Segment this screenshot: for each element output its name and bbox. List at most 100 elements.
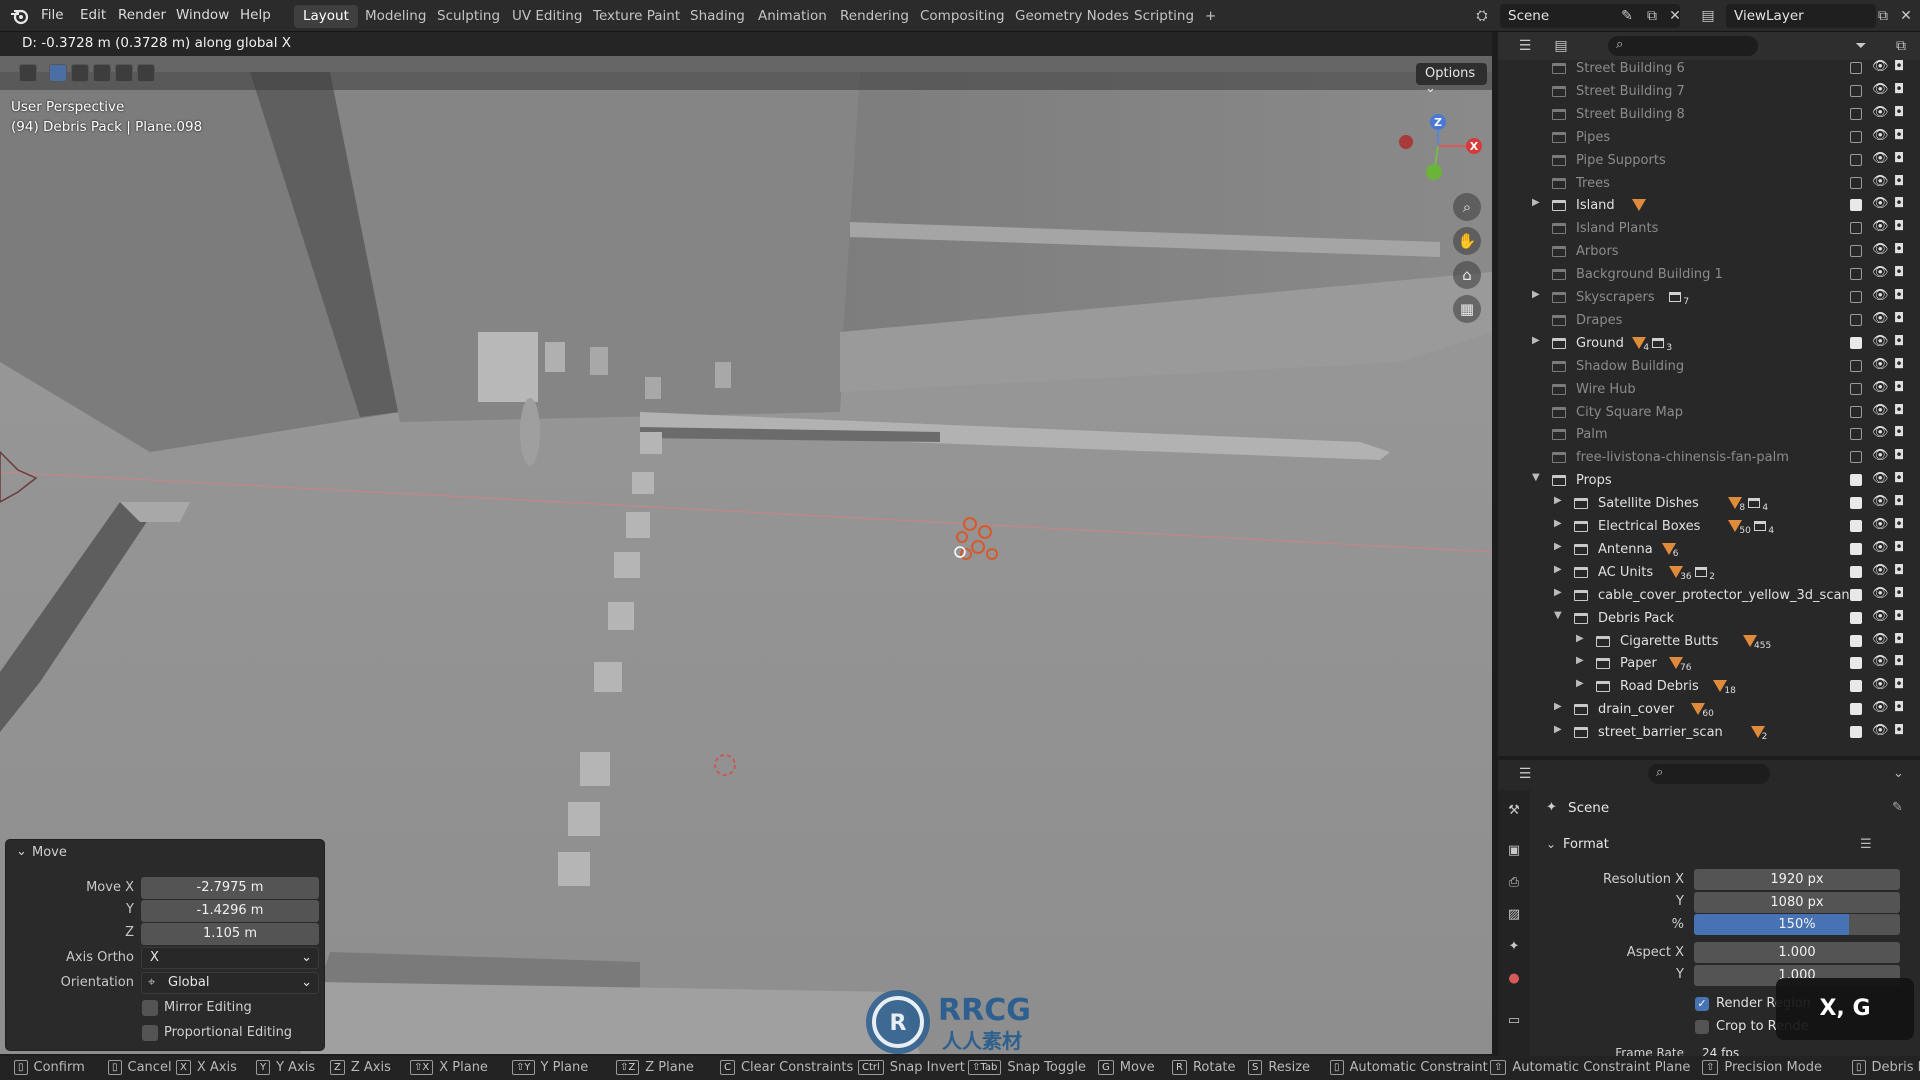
visibility-eye-icon[interactable]: 👁 xyxy=(1872,563,1889,578)
outliner-row[interactable]: ▶ Skyscrapers 7 👁 ◘ xyxy=(1498,286,1920,309)
tab-scripting[interactable]: Scripting xyxy=(1125,5,1203,28)
pin-icon[interactable]: ✎ xyxy=(1616,6,1638,26)
visibility-eye-icon[interactable]: 👁 xyxy=(1872,517,1889,532)
visibility-eye-icon[interactable]: 👁 xyxy=(1872,82,1889,97)
view-layer-properties-icon[interactable]: ▨ xyxy=(1505,906,1523,924)
exclude-checkbox[interactable] xyxy=(1850,520,1862,532)
exclude-checkbox[interactable] xyxy=(1850,451,1862,464)
render-camera-icon[interactable]: ◘ xyxy=(1894,494,1904,509)
render-camera-icon[interactable]: ◘ xyxy=(1894,151,1904,166)
outliner-row[interactable]: City Square Map 👁 ◘ xyxy=(1498,401,1920,424)
visibility-eye-icon[interactable]: 👁 xyxy=(1872,677,1889,692)
render-camera-icon[interactable]: ◘ xyxy=(1894,128,1904,143)
render-camera-icon[interactable]: ◘ xyxy=(1894,59,1904,74)
mesh-data-icon[interactable] xyxy=(1632,199,1647,212)
navigation-gizmo[interactable]: Z X xyxy=(1388,106,1488,186)
exclude-checkbox[interactable] xyxy=(1850,291,1862,303)
expand-arrow-icon[interactable]: ▶ xyxy=(1554,541,1562,552)
expand-arrow-icon[interactable]: ▶ xyxy=(1532,197,1540,208)
exclude-checkbox[interactable] xyxy=(1850,313,1862,326)
child-collection-icon[interactable] xyxy=(1754,521,1767,531)
outliner-row[interactable]: Pipe Supports 👁 ◘ xyxy=(1498,149,1920,172)
tab-rendering[interactable]: Rendering xyxy=(831,5,918,28)
render-camera-icon[interactable]: ◘ xyxy=(1894,563,1904,578)
expand-arrow-icon[interactable]: ▶ xyxy=(1554,518,1562,529)
outliner-row[interactable]: Shadow Building 👁 ◘ xyxy=(1498,355,1920,378)
expand-arrow-icon[interactable]: ▶ xyxy=(1576,633,1584,644)
format-section-title[interactable]: Format xyxy=(1563,837,1609,852)
outliner-row[interactable]: ▼ Props 👁 ◘ xyxy=(1498,469,1920,492)
outliner-row[interactable]: ▶ Electrical Boxes 50 4 👁 ◘ xyxy=(1498,515,1920,538)
render-camera-icon[interactable]: ◘ xyxy=(1894,540,1904,555)
render-camera-icon[interactable]: ◘ xyxy=(1894,700,1904,715)
render-camera-icon[interactable]: ◘ xyxy=(1894,586,1904,601)
exclude-checkbox[interactable] xyxy=(1850,176,1862,189)
outliner-row[interactable]: ▶ Road Debris 18 👁 ◘ xyxy=(1498,675,1920,698)
render-camera-icon[interactable]: ◘ xyxy=(1894,380,1904,395)
view-layer-field[interactable]: ViewLayer xyxy=(1726,4,1876,28)
outliner-row[interactable]: ▶ drain_cover 60 👁 ◘ xyxy=(1498,698,1920,721)
exclude-checkbox[interactable] xyxy=(1850,428,1862,441)
move-z-field[interactable]: 1.105 m xyxy=(141,923,319,945)
blender-logo-icon[interactable] xyxy=(9,6,29,26)
expand-arrow-icon[interactable]: ▶ xyxy=(1532,335,1540,346)
render-camera-icon[interactable]: ◘ xyxy=(1894,517,1904,532)
visibility-eye-icon[interactable]: 👁 xyxy=(1872,174,1889,189)
outliner-row[interactable]: Street Building 7 👁 ◘ xyxy=(1498,80,1920,103)
visibility-eye-icon[interactable]: 👁 xyxy=(1872,105,1889,120)
outliner-row[interactable]: ▶ AC Units 36 2 👁 ◘ xyxy=(1498,561,1920,584)
expand-arrow-icon[interactable]: ▶ xyxy=(1554,724,1562,735)
exclude-checkbox[interactable] xyxy=(1850,703,1862,716)
render-camera-icon[interactable]: ◘ xyxy=(1894,632,1904,647)
visibility-eye-icon[interactable]: 👁 xyxy=(1872,128,1889,143)
exclude-checkbox[interactable] xyxy=(1850,565,1862,578)
render-camera-icon[interactable]: ◘ xyxy=(1894,219,1904,234)
exclude-checkbox[interactable] xyxy=(1850,405,1862,418)
tool-settings-icon[interactable]: ⚒ xyxy=(1505,802,1523,820)
expand-arrow-icon[interactable]: ▶ xyxy=(1554,587,1562,598)
outliner-row[interactable]: Pipes 👁 ◘ xyxy=(1498,126,1920,149)
child-collection-icon[interactable] xyxy=(1652,337,1665,348)
exclude-checkbox[interactable] xyxy=(1850,634,1862,647)
exclude-checkbox[interactable] xyxy=(1850,130,1862,143)
visibility-eye-icon[interactable]: 👁 xyxy=(1872,403,1889,418)
close-scene-icon[interactable]: ✕ xyxy=(1664,6,1686,26)
zoom-icon[interactable]: ⌕ xyxy=(1453,193,1481,221)
move-y-field[interactable]: -1.4296 m xyxy=(141,900,319,922)
exclude-checkbox[interactable] xyxy=(1850,726,1862,739)
orientation-select[interactable]: ⌖ Global ⌄ xyxy=(141,972,319,994)
exclude-checkbox[interactable] xyxy=(1850,336,1862,349)
view-layer-selector-icon[interactable]: ▤ xyxy=(1697,6,1719,26)
expand-arrow-icon[interactable]: ▶ xyxy=(1554,701,1562,712)
exclude-checkbox[interactable] xyxy=(1850,611,1862,624)
exclude-checkbox[interactable] xyxy=(1850,588,1862,601)
visibility-eye-icon[interactable]: 👁 xyxy=(1872,219,1889,234)
render-camera-icon[interactable]: ◘ xyxy=(1894,448,1904,463)
scene-selector-icon[interactable]: ⛭ xyxy=(1471,6,1493,26)
world-properties-icon[interactable]: ● xyxy=(1505,970,1523,988)
visibility-eye-icon[interactable]: 👁 xyxy=(1872,540,1889,555)
visibility-eye-icon[interactable]: 👁 xyxy=(1872,448,1889,463)
exclude-checkbox[interactable] xyxy=(1850,359,1862,372)
select-mode-new-icon[interactable] xyxy=(49,64,67,82)
menu-window[interactable]: Window xyxy=(176,7,229,23)
render-camera-icon[interactable]: ◘ xyxy=(1894,334,1904,349)
visibility-eye-icon[interactable]: 👁 xyxy=(1872,654,1889,669)
child-collection-icon[interactable] xyxy=(1748,498,1761,509)
visibility-eye-icon[interactable]: 👁 xyxy=(1872,723,1889,738)
aspect-x-field[interactable]: 1.000 xyxy=(1694,942,1900,963)
resolution-x-field[interactable]: 1920 px xyxy=(1694,869,1900,890)
render-camera-icon[interactable]: ◘ xyxy=(1894,242,1904,257)
outliner-row[interactable]: Trees 👁 ◘ xyxy=(1498,172,1920,195)
select-mode-intersect-icon[interactable] xyxy=(137,64,155,82)
visibility-eye-icon[interactable]: 👁 xyxy=(1872,311,1889,326)
outliner-row[interactable]: Palm 👁 ◘ xyxy=(1498,423,1920,446)
exclude-checkbox[interactable] xyxy=(1850,497,1862,510)
resolution-y-field[interactable]: 1080 px xyxy=(1694,892,1900,913)
properties-editor-type-icon[interactable]: ☰ xyxy=(1514,764,1536,784)
exclude-checkbox[interactable] xyxy=(1850,657,1862,670)
menu-file[interactable]: File xyxy=(41,7,64,23)
render-camera-icon[interactable]: ◘ xyxy=(1894,677,1904,692)
expand-arrow-icon[interactable]: ▶ xyxy=(1576,678,1584,689)
visibility-eye-icon[interactable]: 👁 xyxy=(1872,196,1889,211)
